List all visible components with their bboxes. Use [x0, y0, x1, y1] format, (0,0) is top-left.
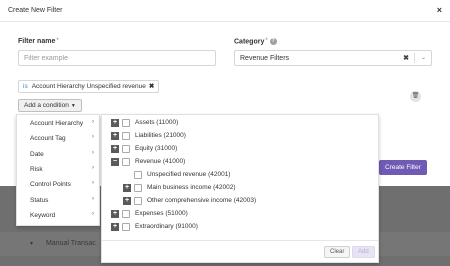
filter-name-input[interactable]: [18, 50, 216, 66]
create-filter-button[interactable]: Create Filter: [379, 160, 427, 175]
condition-menu-item[interactable]: Date ›: [17, 147, 101, 162]
condition-menu-item-label: Status: [30, 196, 49, 204]
tree-row[interactable]: + Liabilities (21000): [111, 131, 362, 143]
tree-row[interactable]: + Expenses (51000): [111, 209, 362, 221]
tree-row[interactable]: + Main business income (42002): [123, 183, 362, 195]
tree-row[interactable]: − Revenue (41000): [111, 157, 362, 169]
chip-operator: is: [23, 83, 28, 90]
tree-checkbox[interactable]: [122, 132, 130, 140]
remove-chip-icon[interactable]: ✖: [149, 83, 154, 90]
clear-icon[interactable]: ✖: [403, 54, 409, 62]
tree-checkbox[interactable]: [122, 158, 130, 166]
category-select[interactable]: Revenue Filters ✖ ⌄: [234, 50, 432, 66]
chevron-right-icon: ›: [92, 149, 94, 156]
modal-title: Create New Filter: [8, 7, 63, 14]
caret-down-icon: ▼: [70, 103, 76, 109]
select-divider: [414, 53, 415, 63]
chevron-right-icon: ›: [92, 119, 94, 125]
tree-row-label: Main business income (42002): [147, 184, 236, 191]
required-mark: *: [265, 38, 268, 44]
chip-label: Account Hierarchy Unspecified revenue: [31, 83, 146, 90]
collapse-icon[interactable]: −: [111, 158, 119, 166]
condition-menu-item-label: Account Hierarchy: [30, 120, 84, 127]
tree-row[interactable]: Unspecified revenue (42001): [123, 170, 362, 182]
tree-checkbox[interactable]: [122, 145, 130, 153]
expand-icon[interactable]: +: [123, 184, 131, 192]
tree-footer: Clear Add: [102, 240, 378, 262]
condition-menu-item[interactable]: Account Tag ›: [17, 131, 101, 146]
tree-row-label: Revenue (41000): [135, 158, 186, 165]
tree-row[interactable]: + Equity (31000): [111, 144, 362, 156]
condition-menu-item[interactable]: Keyword ›: [17, 208, 101, 223]
condition-menu-item[interactable]: Account Hierarchy ›: [17, 116, 101, 131]
condition-menu-item[interactable]: Risk ›: [17, 162, 101, 177]
category-select-value: Revenue Filters: [240, 55, 290, 62]
tree-row-label: Other comprehensive income (42003): [147, 197, 257, 204]
chevron-right-icon: ›: [92, 134, 94, 141]
condition-menu-item-label: Control Points: [30, 181, 71, 189]
close-icon[interactable]: ×: [437, 5, 442, 15]
tree-row-label: Equity (31000): [135, 145, 178, 152]
condition-menu: Account Hierarchy › Account Tag › Date › Risk ›…: [16, 114, 100, 226]
chevron-right-icon: ›: [92, 164, 94, 171]
expand-icon[interactable]: +: [111, 223, 119, 231]
chevron-right-icon: ›: [92, 210, 94, 217]
chevron-right-icon: ›: [92, 195, 94, 202]
condition-chip[interactable]: is Account Hierarchy Unspecified revenue ✖: [18, 80, 160, 93]
tree-row-label: Assets (11000): [135, 119, 179, 126]
tree-checkbox[interactable]: [122, 223, 130, 231]
expand-icon[interactable]: +: [111, 132, 119, 140]
filter-name-label: Filter name*: [18, 38, 59, 45]
expand-icon[interactable]: +: [111, 210, 119, 218]
condition-menu-item-label: Keyword: [30, 211, 56, 219]
expand-arrow-icon: ▾: [30, 241, 34, 247]
expand-icon[interactable]: +: [123, 197, 131, 205]
category-label: Category*?: [234, 38, 277, 46]
help-icon[interactable]: ?: [269, 38, 277, 45]
condition-menu-item[interactable]: Control Points ›: [17, 177, 101, 192]
tree-row-label: Liabilities (21000): [135, 132, 186, 139]
required-mark: *: [56, 38, 59, 44]
tree-checkbox[interactable]: [122, 119, 130, 127]
trash-icon[interactable]: 🗑: [410, 91, 421, 102]
tree-checkbox[interactable]: [134, 171, 142, 179]
condition-menu-item-label: Account Tag: [30, 135, 66, 143]
tree-checkbox[interactable]: [134, 197, 142, 205]
tree-row-label: Extraordinary (91000): [135, 223, 198, 230]
chevron-right-icon: ›: [92, 180, 94, 187]
tree-row[interactable]: + Extraordinary (91000): [111, 222, 362, 234]
tree-row[interactable]: + Assets (11000): [111, 118, 362, 130]
background-row-label: Manual Transac: [46, 240, 96, 247]
condition-menu-item-label: Risk: [30, 165, 43, 173]
expand-icon[interactable]: +: [111, 119, 119, 127]
condition-menu-item[interactable]: Status ›: [17, 193, 101, 208]
add-condition-button[interactable]: Add a condition ▼: [18, 99, 82, 112]
tree-checkbox[interactable]: [134, 184, 142, 192]
expand-icon[interactable]: +: [111, 145, 119, 153]
add-button[interactable]: Add: [352, 246, 375, 258]
tree-row-label: Unspecified revenue (42001): [147, 171, 231, 178]
tree-checkbox[interactable]: [122, 210, 130, 218]
condition-menu-item-label: Date: [30, 150, 44, 158]
chevron-down-icon[interactable]: ⌄: [421, 54, 426, 61]
tree-row[interactable]: + Other comprehensive income (42003): [123, 196, 362, 208]
account-hierarchy-tree: Clear Add + Assets (11000) + Liabilities (2…: [101, 114, 379, 263]
clear-button[interactable]: Clear: [324, 246, 351, 258]
modal-header: Create New Filter ×: [0, 0, 450, 22]
tree-row-label: Expenses (51000): [135, 210, 188, 217]
